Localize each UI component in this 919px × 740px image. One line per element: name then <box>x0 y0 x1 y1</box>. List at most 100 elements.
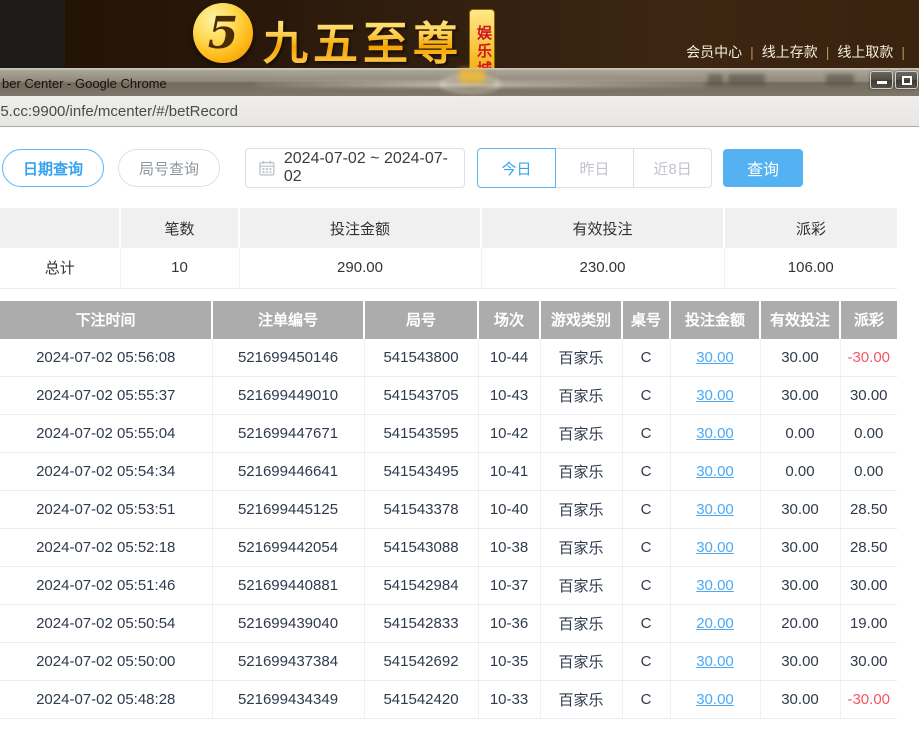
header-game-type: 游戏类别 <box>540 301 622 339</box>
cell-round-no: 541542984 <box>364 567 478 605</box>
cell-order-no: 521699450146 <box>212 339 364 377</box>
cell-table-no: C <box>622 567 670 605</box>
bet-amount-link[interactable]: 30.00 <box>696 577 734 594</box>
bet-amount-link[interactable]: 30.00 <box>696 653 734 670</box>
cell-game-type: 百家乐 <box>540 529 622 567</box>
cell-payout: 0.00 <box>840 453 897 491</box>
cell-table-no: C <box>622 377 670 415</box>
cell-order-no: 521699442054 <box>212 529 364 567</box>
bet-amount-link[interactable]: 30.00 <box>696 349 734 366</box>
cell-bet-amount: 30.00 <box>670 681 760 719</box>
table-row: 2024-07-02 05:51:46 521699440881 5415429… <box>0 567 897 605</box>
table-row: 2024-07-02 05:50:54 521699439040 5415428… <box>0 605 897 643</box>
table-row: 2024-07-02 05:56:08 521699450146 5415438… <box>0 339 897 377</box>
summary-total-row: 总计 10 290.00 230.00 106.00 <box>0 248 897 288</box>
nav-member-center[interactable]: 会员中心 <box>686 44 742 60</box>
blurred-text <box>826 74 854 85</box>
cell-payout: 19.00 <box>840 605 897 643</box>
bet-amount-link[interactable]: 20.00 <box>696 615 734 632</box>
window-title: ber Center - Google Chrome <box>2 76 167 91</box>
cell-session: 10-38 <box>478 529 540 567</box>
bet-amount-link[interactable]: 30.00 <box>696 691 734 708</box>
date-range-value: 2024-07-02 ~ 2024-07-02 <box>284 150 464 186</box>
bet-table-body: 2024-07-02 05:56:08 521699450146 5415438… <box>0 339 897 719</box>
summary-header-count: 笔数 <box>120 208 239 248</box>
cell-order-no: 521699446641 <box>212 453 364 491</box>
bet-amount-link[interactable]: 30.00 <box>696 539 734 556</box>
cell-game-type: 百家乐 <box>540 377 622 415</box>
cell-bet-amount: 30.00 <box>670 415 760 453</box>
cell-payout: -30.00 <box>840 339 897 377</box>
cell-bet-time: 2024-07-02 05:50:00 <box>0 643 212 681</box>
cell-order-no: 521699439040 <box>212 605 364 643</box>
quick-range-group: 今日 昨日 近8日 <box>477 148 712 188</box>
cell-round-no: 541543800 <box>364 339 478 377</box>
table-row: 2024-07-02 05:55:04 521699447671 5415435… <box>0 415 897 453</box>
cell-bet-amount: 30.00 <box>670 643 760 681</box>
filter-toolbar: 日期查询 局号查询 2024-07-02 ~ 2024-07-02 今日 昨日 … <box>2 148 919 188</box>
cell-round-no: 541543595 <box>364 415 478 453</box>
cell-game-type: 百家乐 <box>540 567 622 605</box>
cell-valid-bet: 20.00 <box>760 605 840 643</box>
tab-round-query[interactable]: 局号查询 <box>118 149 220 187</box>
cell-table-no: C <box>622 529 670 567</box>
cell-bet-amount: 20.00 <box>670 605 760 643</box>
nav-online-deposit[interactable]: 线上存款 <box>762 44 818 60</box>
bet-amount-link[interactable]: 30.00 <box>696 425 734 442</box>
minimize-button[interactable] <box>870 71 893 89</box>
tab-date-query[interactable]: 日期查询 <box>2 149 104 187</box>
cell-bet-time: 2024-07-02 05:53:51 <box>0 491 212 529</box>
cell-game-type: 百家乐 <box>540 415 622 453</box>
cell-session: 10-37 <box>478 567 540 605</box>
cell-order-no: 521699447671 <box>212 415 364 453</box>
header-bet-amount: 投注金额 <box>670 301 760 339</box>
header-payout: 派彩 <box>840 301 897 339</box>
summary-header-bet-amount: 投注金额 <box>239 208 481 248</box>
blurred-text <box>708 74 723 85</box>
cell-game-type: 百家乐 <box>540 453 622 491</box>
cell-valid-bet: 30.00 <box>760 491 840 529</box>
table-row: 2024-07-02 05:53:51 521699445125 5415433… <box>0 491 897 529</box>
site-banner: 5 九五至尊 娱乐城 会员中心|线上存款|线上取款| <box>0 0 919 68</box>
bet-record-page: 日期查询 局号查询 2024-07-02 ~ 2024-07-02 今日 昨日 … <box>0 128 919 740</box>
window-titlebar[interactable]: ber Center - Google Chrome <box>0 68 919 96</box>
cell-table-no: C <box>622 605 670 643</box>
maximize-icon <box>902 76 912 85</box>
cell-valid-bet: 30.00 <box>760 377 840 415</box>
cell-round-no: 541542692 <box>364 643 478 681</box>
cell-order-no: 521699449010 <box>212 377 364 415</box>
logo-coin-icon: 5 <box>193 3 253 63</box>
cell-table-no: C <box>622 339 670 377</box>
cell-bet-amount: 30.00 <box>670 377 760 415</box>
address-bar[interactable]: 05.cc:9900/infe/mcenter/#/betRecord <box>0 96 919 127</box>
quick-last8days-button[interactable]: 近8日 <box>633 148 712 188</box>
cell-session: 10-40 <box>478 491 540 529</box>
bet-amount-link[interactable]: 30.00 <box>696 387 734 404</box>
nav-separator: | <box>826 44 830 60</box>
date-range-input[interactable]: 2024-07-02 ~ 2024-07-02 <box>245 148 465 188</box>
cell-order-no: 521699445125 <box>212 491 364 529</box>
cell-bet-time: 2024-07-02 05:52:18 <box>0 529 212 567</box>
cell-round-no: 541543088 <box>364 529 478 567</box>
summary-count: 10 <box>120 248 239 288</box>
cell-valid-bet: 30.00 <box>760 643 840 681</box>
cell-round-no: 541543378 <box>364 491 478 529</box>
summary-header-payout: 派彩 <box>724 208 897 248</box>
cell-bet-amount: 30.00 <box>670 339 760 377</box>
cell-payout: 30.00 <box>840 567 897 605</box>
header-valid-bet: 有效投注 <box>760 301 840 339</box>
summary-header-valid-bet: 有效投注 <box>481 208 724 248</box>
nav-online-withdraw[interactable]: 线上取款 <box>837 44 893 60</box>
bet-table-header-row: 下注时间 注单编号 局号 场次 游戏类别 桌号 投注金额 有效投注 派彩 <box>0 301 897 339</box>
search-button[interactable]: 查询 <box>723 149 803 187</box>
quick-yesterday-button[interactable]: 昨日 <box>555 148 634 188</box>
cell-payout: 0.00 <box>840 415 897 453</box>
quick-today-button[interactable]: 今日 <box>477 148 556 188</box>
cell-payout: 30.00 <box>840 643 897 681</box>
bet-amount-link[interactable]: 30.00 <box>696 501 734 518</box>
cell-valid-bet: 30.00 <box>760 529 840 567</box>
nav-separator: | <box>901 44 905 60</box>
bet-amount-link[interactable]: 30.00 <box>696 463 734 480</box>
maximize-button[interactable] <box>895 71 918 89</box>
cell-round-no: 541543495 <box>364 453 478 491</box>
